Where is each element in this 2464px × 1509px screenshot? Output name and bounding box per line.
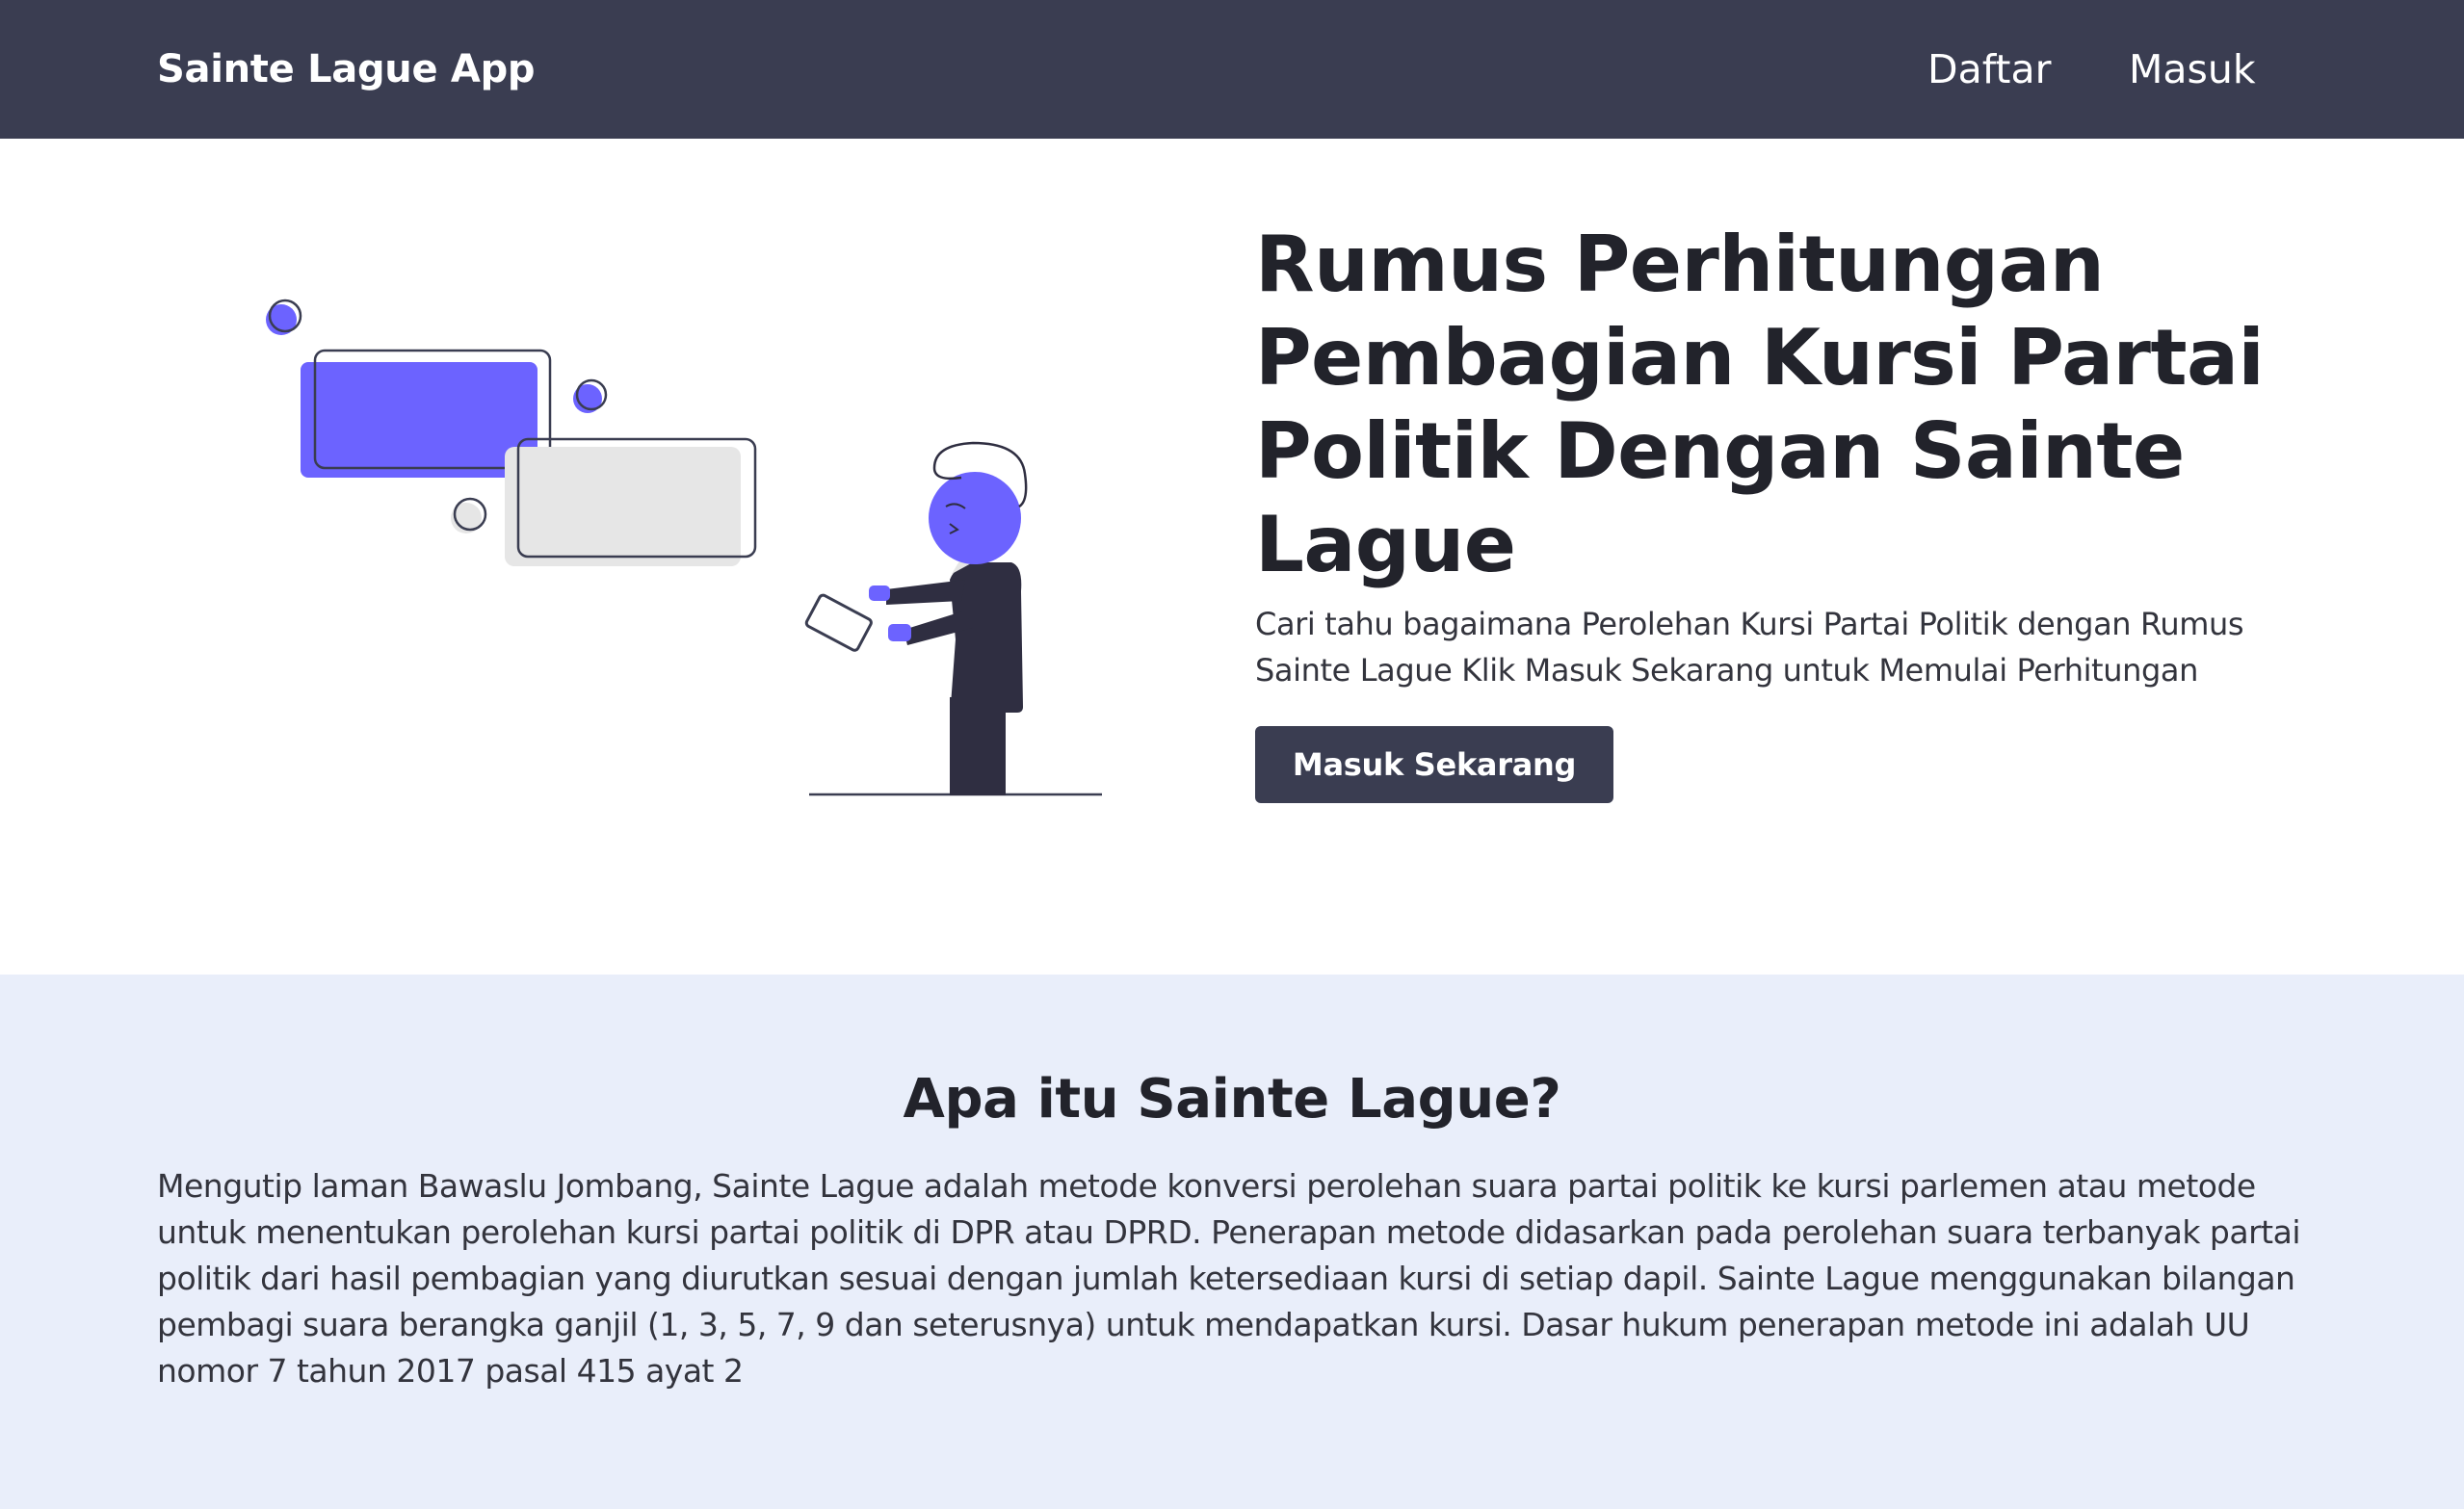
nav-link-daftar[interactable]: Daftar <box>1927 42 2051 96</box>
person-arm-upper <box>886 580 965 605</box>
chat-bubble-purple-shape <box>301 362 537 478</box>
person-head <box>929 472 1021 564</box>
hero-section: Rumus Perhitungan Pembagian Kursi Partai… <box>0 139 2464 975</box>
hero-title: Rumus Perhitungan Pembagian Kursi Partai… <box>1255 220 2265 589</box>
person-hand-top <box>869 585 890 601</box>
tablet-device <box>804 593 873 652</box>
about-section: Apa itu Sainte Lague? Mengutip laman Baw… <box>0 975 2464 1509</box>
person-reading-tablet-illustration <box>266 299 1102 796</box>
person-hand-bottom <box>888 624 911 641</box>
nav-link-masuk[interactable]: Masuk <box>2129 42 2256 96</box>
about-description: Mengutip laman Bawaslu Jombang, Sainte L… <box>157 1167 2301 1390</box>
chat-bubble-grey-shape <box>505 447 741 566</box>
masuk-sekarang-button[interactable]: Masuk Sekarang <box>1255 726 1613 803</box>
brand-logo[interactable]: Sainte Lague App <box>157 42 536 96</box>
hero-subtitle: Cari tahu bagaimana Perolehan Kursi Part… <box>1255 606 2244 689</box>
about-title: Apa itu Sainte Lague? <box>903 1068 1561 1131</box>
navbar: Sainte Lague App Daftar Masuk <box>0 0 2464 139</box>
